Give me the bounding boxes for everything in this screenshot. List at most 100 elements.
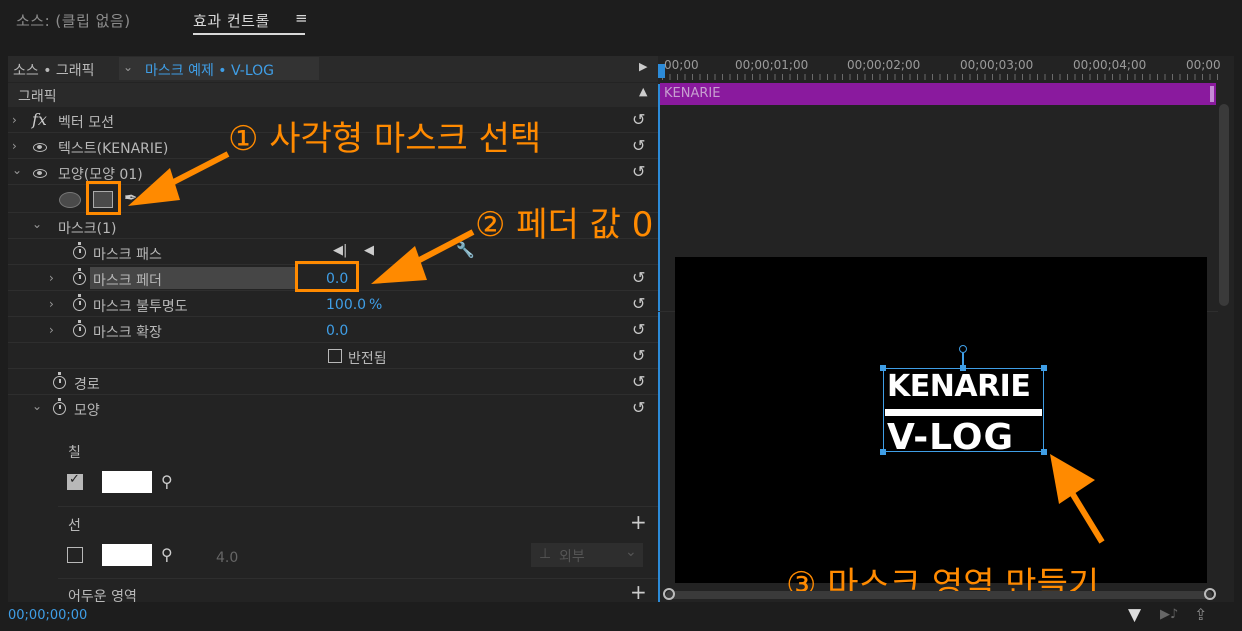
reset-icon[interactable]: ↺ bbox=[632, 294, 645, 313]
tick-label: 00;00;02;00 bbox=[847, 58, 921, 72]
stopwatch-icon[interactable] bbox=[73, 320, 86, 337]
stopwatch-icon[interactable] bbox=[73, 268, 86, 285]
callout-2: ② 페더 값 0 입력 bbox=[475, 205, 658, 245]
play-icon[interactable]: ▶ bbox=[639, 60, 647, 73]
status-bar: 00;00;00;00 ▼ ▶♪ ⇪ bbox=[0, 602, 1242, 631]
stopwatch-icon[interactable] bbox=[73, 242, 86, 259]
tick-label: 00;00 bbox=[1186, 58, 1221, 72]
collapse-icon[interactable]: ▲ bbox=[639, 85, 647, 98]
mask-corner-handle[interactable] bbox=[880, 365, 886, 371]
mask-expansion-value[interactable]: 0.0 bbox=[326, 323, 348, 339]
time-ruler[interactable]: 00;00 00;00;01;00 00;00;02;00 00;00;03;0… bbox=[658, 56, 1234, 84]
row-shape-group: ⌄ 모양 ↺ bbox=[8, 396, 658, 421]
chevron-right-icon[interactable]: › bbox=[49, 297, 54, 311]
reset-icon[interactable]: ↺ bbox=[632, 398, 645, 417]
row-mask-opacity: › 마스크 불투명도 100.0 % ↺ bbox=[8, 292, 658, 317]
vector-motion-label: 벡터 모션 bbox=[58, 115, 114, 131]
chevron-right-icon[interactable]: › bbox=[49, 323, 54, 337]
clip-kenarie[interactable]: KENARIE bbox=[660, 83, 1216, 105]
track-backward-icon[interactable]: ◀| bbox=[333, 243, 347, 258]
chevron-right-icon[interactable]: › bbox=[12, 139, 17, 153]
stopwatch-icon[interactable] bbox=[53, 372, 66, 389]
stopwatch-icon[interactable] bbox=[53, 398, 66, 415]
chevron-right-icon[interactable]: › bbox=[12, 113, 17, 127]
ellipse-mask-icon[interactable] bbox=[59, 192, 81, 208]
effect-controls-list: 소스 • 그래픽 ⌄ 마스크 예제 • V-LOG ▶ 그래픽 ▲ › fx 벡… bbox=[8, 56, 658, 602]
mask-expansion-label: 마스크 확장 bbox=[93, 325, 162, 341]
preview-text-line2: V-LOG bbox=[887, 417, 1014, 458]
fill-color-swatch[interactable] bbox=[102, 471, 152, 493]
sequence-dropdown[interactable]: ⌄ 마스크 예제 • V-LOG bbox=[119, 57, 319, 80]
path-label: 경로 bbox=[74, 377, 100, 393]
tab-source[interactable]: 소스: (클립 없음) bbox=[16, 10, 131, 31]
mask-feather-label: 마스크 페더 bbox=[93, 273, 162, 289]
stroke-width-value[interactable]: 4.0 bbox=[216, 550, 238, 566]
stroke-align-icon: ⊥ bbox=[539, 546, 552, 562]
stopwatch-icon[interactable] bbox=[73, 294, 86, 311]
callout-arrow-3 bbox=[1050, 454, 1105, 544]
visibility-eye-icon[interactable] bbox=[33, 169, 47, 178]
stroke-label: 선 bbox=[68, 518, 81, 534]
tick-label: 00;00 bbox=[664, 58, 699, 72]
scroll-end-handle[interactable] bbox=[1204, 588, 1216, 600]
row-mask-expansion: › 마스크 확장 0.0 ↺ bbox=[8, 318, 658, 343]
program-preview[interactable]: KENARIE V-LOG bbox=[675, 257, 1207, 583]
source-label: 소스 • 그래픽 bbox=[13, 63, 95, 79]
effect-controls-panel: 소스 • 그래픽 ⌄ 마스크 예제 • V-LOG ▶ 그래픽 ▲ › fx 벡… bbox=[8, 56, 1234, 602]
chevron-right-icon[interactable]: › bbox=[49, 271, 54, 285]
fill-checkbox[interactable] bbox=[67, 472, 83, 490]
chevron-down-icon[interactable]: ⌄ bbox=[32, 399, 42, 413]
add-shadow-button[interactable]: + bbox=[630, 580, 647, 602]
play-audio-icon[interactable]: ▶♪ bbox=[1160, 607, 1178, 622]
reset-icon[interactable]: ↺ bbox=[632, 110, 645, 129]
add-stroke-button[interactable]: + bbox=[630, 510, 647, 534]
clip-end-handle[interactable] bbox=[1210, 86, 1214, 102]
mask-opacity-label: 마스크 불투명도 bbox=[93, 299, 188, 315]
reset-icon[interactable]: ↺ bbox=[632, 268, 645, 287]
graphic-label: 그래픽 bbox=[18, 89, 57, 105]
visibility-eye-icon[interactable] bbox=[33, 143, 47, 152]
panel-menu-icon[interactable]: ≡ bbox=[295, 9, 308, 27]
reset-icon[interactable]: ↺ bbox=[632, 162, 645, 181]
chevron-down-icon[interactable]: ⌄ bbox=[32, 217, 42, 231]
fx-icon: fx bbox=[32, 110, 47, 129]
filter-icon[interactable]: ▼ bbox=[1128, 605, 1141, 625]
playhead-handle[interactable] bbox=[658, 64, 665, 78]
tick-label: 00;00;01;00 bbox=[735, 58, 809, 72]
mask-path-label: 마스크 패스 bbox=[93, 247, 162, 263]
chevron-down-icon[interactable]: ⌄ bbox=[12, 163, 22, 177]
tick-label: 00;00;03;00 bbox=[960, 58, 1034, 72]
reset-icon[interactable]: ↺ bbox=[632, 136, 645, 155]
inverted-checkbox[interactable] bbox=[328, 349, 342, 363]
rotation-handle[interactable] bbox=[959, 345, 967, 353]
reset-icon[interactable]: ↺ bbox=[632, 346, 645, 365]
stroke-position-label: 외부 bbox=[559, 549, 585, 565]
eyedropper-icon[interactable]: ⚲ bbox=[161, 472, 173, 491]
export-icon[interactable]: ⇪ bbox=[1194, 605, 1207, 624]
horizontal-scrollbar[interactable] bbox=[666, 591, 1212, 599]
scroll-start-handle[interactable] bbox=[663, 588, 675, 600]
reset-icon[interactable]: ↺ bbox=[632, 320, 645, 339]
eyedropper-icon[interactable]: ⚲ bbox=[161, 545, 173, 564]
timeline-area: 00;00 00;00;01;00 00;00;02;00 00;00;03;0… bbox=[658, 56, 1234, 602]
ruler-ticks bbox=[662, 74, 1218, 80]
chevron-down-icon: ⌄ bbox=[123, 60, 134, 74]
graphic-header: 그래픽 ▲ bbox=[8, 83, 658, 107]
rectangle-mask-highlight bbox=[86, 181, 121, 215]
vertical-scrollbar[interactable] bbox=[1219, 104, 1229, 306]
stroke-checkbox[interactable] bbox=[67, 547, 83, 563]
stroke-color-swatch[interactable] bbox=[102, 544, 152, 566]
callout-arrow-2 bbox=[371, 229, 475, 284]
mask-opacity-value[interactable]: 100.0 bbox=[326, 297, 366, 313]
timecode[interactable]: 00;00;00;00 bbox=[8, 608, 87, 623]
stroke-position-dropdown[interactable]: ⊥ 외부 ⌄ bbox=[531, 543, 643, 567]
feather-value-highlight bbox=[295, 261, 359, 292]
mask-corner-handle[interactable] bbox=[1041, 365, 1047, 371]
callout-arrow-1 bbox=[128, 151, 230, 206]
mask-opacity-unit: % bbox=[369, 297, 383, 313]
mask-corner-handle[interactable] bbox=[880, 449, 886, 455]
divider bbox=[58, 506, 658, 507]
reset-icon[interactable]: ↺ bbox=[632, 372, 645, 391]
inverted-label: 반전됨 bbox=[348, 351, 387, 367]
tab-effect-controls[interactable]: 효과 컨트롤 bbox=[193, 10, 270, 31]
